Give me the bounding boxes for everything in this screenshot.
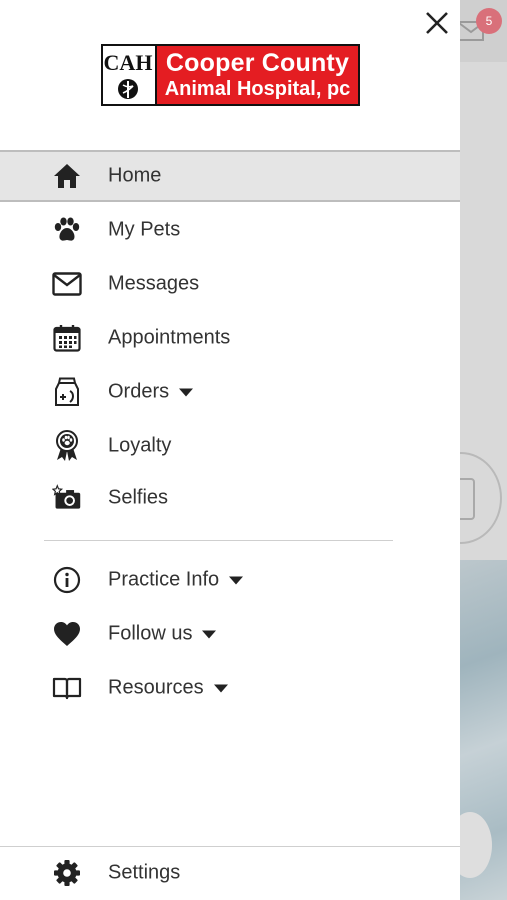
menu-item-messages[interactable]: Messages xyxy=(0,258,460,310)
menu-item-label: Resources xyxy=(108,677,228,700)
logo-emblem: CAH xyxy=(103,46,157,104)
clinic-logo: CAH Cooper County Animal Hospital, pc xyxy=(101,44,360,106)
home-icon xyxy=(52,161,82,191)
envelope-icon xyxy=(52,269,82,299)
chevron-down-icon[interactable] xyxy=(179,388,194,396)
navigation-drawer: CAH Cooper County Animal Hospital, pc Ho… xyxy=(0,0,460,900)
chevron-down-icon[interactable] xyxy=(202,630,217,638)
menu-divider xyxy=(44,540,393,541)
loyalty-label-text: Loyalty xyxy=(108,434,172,457)
svg-text:CAH: CAH xyxy=(104,50,153,75)
appointments-label-text: Appointments xyxy=(108,326,231,349)
heart-icon xyxy=(52,619,82,649)
chevron-down-icon[interactable] xyxy=(213,684,228,692)
gear-icon xyxy=(52,858,82,888)
menu-item-label: Messages xyxy=(108,272,200,295)
logo-line-1: Cooper County xyxy=(165,49,350,78)
menu-item-label: Orders xyxy=(108,380,194,404)
calendar-icon xyxy=(52,323,82,353)
menu-item-label: Loyalty xyxy=(108,435,171,458)
menu-item-orders[interactable]: Orders xyxy=(0,366,460,418)
practice-info-label-text: Practice Info xyxy=(108,568,220,591)
follow-us-label-text: Follow us xyxy=(108,622,193,645)
menu-item-label: Settings xyxy=(108,862,180,885)
food-bag-icon xyxy=(52,377,82,407)
close-button[interactable] xyxy=(420,6,454,40)
award-ribbon-icon xyxy=(52,430,82,461)
camera-icon xyxy=(52,483,82,513)
menu-item-label: Practice Info xyxy=(108,568,244,592)
info-icon xyxy=(52,565,82,595)
menu-item-settings[interactable]: Settings xyxy=(0,847,460,899)
settings-label-text: Settings xyxy=(108,861,181,884)
close-icon xyxy=(426,12,448,34)
menu-item-label: My Pets xyxy=(108,218,181,241)
chevron-down-icon[interactable] xyxy=(229,576,244,584)
menu-item-selfies[interactable]: Selfies xyxy=(0,472,460,524)
menu-item-loyalty[interactable]: Loyalty xyxy=(0,420,460,472)
logo-line-2: Animal Hospital, pc xyxy=(164,77,351,100)
orders-label-text: Orders xyxy=(108,380,170,403)
menu-item-resources[interactable]: Resources xyxy=(0,662,460,714)
paw-icon xyxy=(52,215,82,245)
mail-badge: 5 xyxy=(476,8,502,34)
menu-item-label: Appointments xyxy=(108,327,230,350)
menu-item-follow-us[interactable]: Follow us xyxy=(0,608,460,660)
menu-item-label: Selfies xyxy=(108,487,168,510)
book-icon xyxy=(52,673,82,703)
menu-item-label: Home xyxy=(108,164,162,187)
resources-label-text: Resources xyxy=(108,676,204,699)
menu-item-label: Follow us xyxy=(108,622,217,646)
menu-item-practice-info[interactable]: Practice Info xyxy=(0,554,460,606)
menu-item-home[interactable]: Home xyxy=(0,150,460,202)
menu-item-my-pets[interactable]: My Pets xyxy=(0,204,460,256)
menu-item-appointments[interactable]: Appointments xyxy=(0,312,460,364)
selfies-label-text: Selfies xyxy=(108,486,169,509)
logo-text: Cooper County Animal Hospital, pc xyxy=(157,46,358,104)
